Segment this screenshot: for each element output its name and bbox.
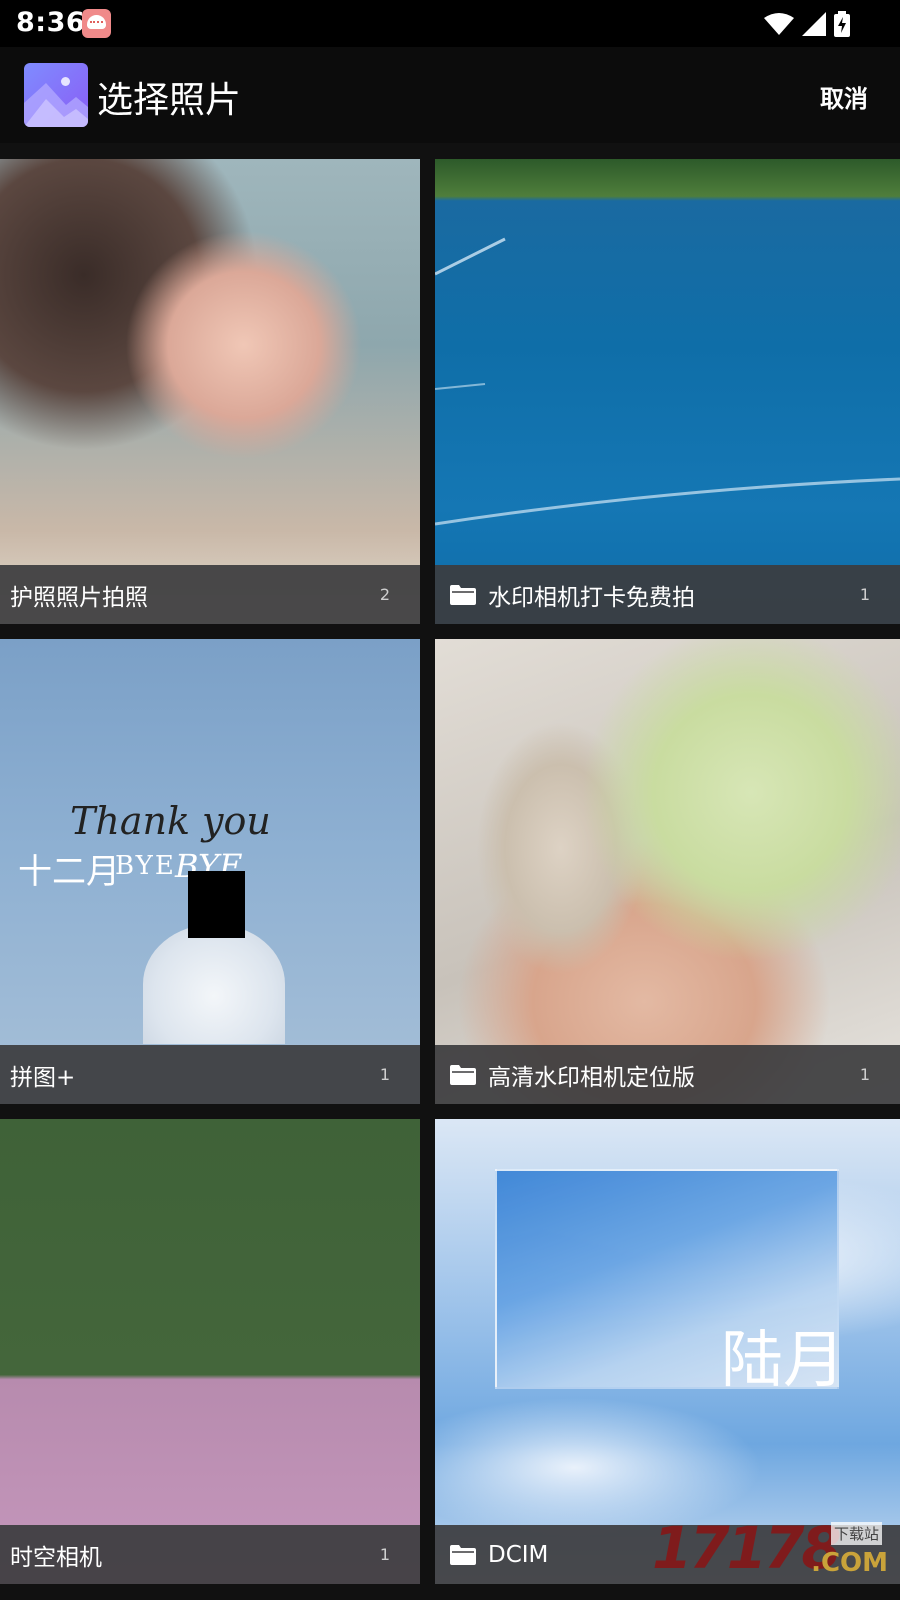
redaction-block (188, 871, 245, 938)
status-time: 8:36 (16, 7, 86, 38)
watermark-dotcom: .COM (811, 1548, 888, 1578)
mountain-icon (24, 83, 88, 127)
album-thumbnail (435, 159, 900, 624)
album-tile[interactable]: 护照照片拍照 2 (0, 159, 420, 624)
site-watermark: 17178 .COM 下载站 (652, 1514, 888, 1582)
album-count: 1 (859, 585, 870, 604)
album-caption: 时空相机 1 (0, 1525, 420, 1584)
thumbnail-caption-text: 陆月 (721, 1323, 846, 1396)
album-caption: 水印相机打卡免费拍 1 (435, 565, 900, 624)
toolbar: 选择照片 取消 (0, 47, 900, 143)
page-title: 选择照片 (97, 80, 242, 121)
album-thumbnail (0, 1119, 420, 1584)
cancel-button[interactable]: 取消 (820, 79, 868, 114)
album-name: 护照照片拍照 (10, 584, 148, 611)
album-count: 2 (379, 585, 390, 604)
album-count: 1 (859, 1065, 870, 1084)
water-lines (435, 237, 900, 526)
status-bar: 8:36 (0, 0, 900, 47)
signal-icon (802, 12, 826, 36)
album-tile[interactable]: 水印相机打卡免费拍 1 (435, 159, 900, 624)
album-thumbnail (435, 639, 900, 1104)
status-icons (764, 10, 850, 38)
album-thumbnail: Thank you 十二月 BYE BYE (0, 639, 420, 1104)
album-count: 1 (379, 1065, 390, 1084)
folder-icon (450, 1544, 476, 1565)
album-tile[interactable]: Thank you 十二月 BYE BYE 拼图+ 1 (0, 639, 420, 1104)
album-caption: 拼图+ 1 (0, 1045, 420, 1104)
album-name: 拼图+ (10, 1064, 76, 1091)
folder-icon (450, 584, 476, 605)
album-caption: 高清水印相机定位版 1 (435, 1045, 900, 1104)
app-notification-icon (82, 9, 111, 38)
album-name: 时空相机 (10, 1544, 102, 1571)
album-name: 水印相机打卡免费拍 (488, 584, 695, 611)
wifi-icon (764, 13, 794, 35)
watermark-label: 下载站 (830, 1522, 882, 1545)
thumbnail-caption-text: 十二月 (18, 852, 120, 892)
folder-icon (450, 1064, 476, 1085)
thumbnail-caption-text: BYE (115, 851, 176, 881)
album-tile[interactable]: 陆月 DCIM 17178 .COM 下载站 (435, 1119, 900, 1584)
album-thumbnail (0, 159, 420, 624)
album-tile[interactable]: 高清水印相机定位版 1 (435, 639, 900, 1104)
album-count: 1 (379, 1545, 390, 1564)
album-name: 高清水印相机定位版 (488, 1064, 695, 1091)
album-caption: 护照照片拍照 2 (0, 565, 420, 624)
gallery-icon (24, 63, 88, 127)
tree-illustration (143, 924, 285, 1044)
battery-charging-icon (834, 11, 850, 37)
album-tile[interactable]: 时空相机 1 (0, 1119, 420, 1584)
thumbnail-caption-text: Thank you (70, 799, 271, 843)
